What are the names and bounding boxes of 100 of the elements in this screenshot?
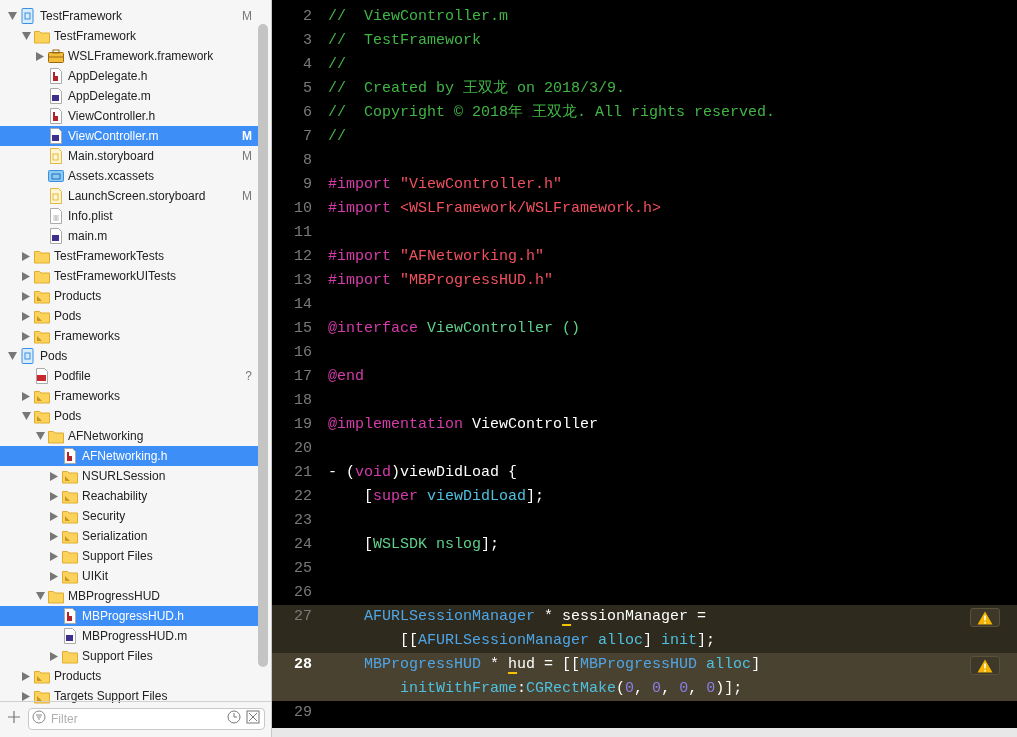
code-line: @implementation ViewController: [328, 416, 599, 433]
collapse-triangle-icon[interactable]: [6, 350, 18, 362]
navigator-row[interactable]: Frameworks: [0, 326, 258, 346]
item-label: MBProgressHUD.m: [82, 628, 189, 645]
item-label: Products: [54, 668, 103, 685]
line-number: 21: [293, 463, 312, 483]
item-label: ViewController.m: [68, 128, 160, 145]
expand-triangle-icon[interactable]: [48, 510, 60, 522]
code-line: #import "MBProgressHUD.h": [328, 272, 554, 289]
line-number: 29: [293, 703, 312, 723]
warning-icon[interactable]: [970, 608, 1000, 627]
item-label: WSLFramework.framework: [68, 48, 215, 65]
navigator-row[interactable]: Support Files: [0, 646, 258, 666]
navigator-row[interactable]: ViewController.h: [0, 106, 258, 126]
navigator-row[interactable]: Pods: [0, 306, 258, 326]
scope-icon[interactable]: [246, 709, 260, 724]
navigator-row[interactable]: Serialization: [0, 526, 258, 546]
navigator-row[interactable]: WSLFramework.framework: [0, 46, 258, 66]
item-label: Support Files: [82, 648, 154, 665]
line-number: 4: [302, 55, 312, 75]
folder-icon: [62, 648, 78, 664]
navigator-row[interactable]: MBProgressHUD.m: [0, 626, 258, 646]
status-label: M: [242, 148, 252, 165]
navigator-row[interactable]: Support Files: [0, 546, 258, 566]
expand-triangle-icon[interactable]: [48, 570, 60, 582]
navigator-row[interactable]: Frameworks: [0, 386, 258, 406]
expand-triangle-icon[interactable]: [34, 50, 46, 62]
storyboard-file-icon: [48, 148, 64, 164]
collapse-triangle-icon[interactable]: [6, 10, 18, 22]
add-button[interactable]: [6, 708, 22, 725]
item-label: Serialization: [82, 528, 149, 545]
item-label: AFNetworking.h: [82, 448, 169, 465]
navigator-row[interactable]: Targets Support Files: [0, 686, 258, 706]
code-line: #import "AFNetworking.h": [328, 248, 545, 265]
item-label: MBProgressHUD: [68, 588, 161, 605]
collapse-triangle-icon[interactable]: [34, 590, 46, 602]
navigator-row[interactable]: TestFrameworkUITests: [0, 266, 258, 286]
navigator-row[interactable]: NSURLSession: [0, 466, 258, 486]
collapse-triangle-icon[interactable]: [20, 30, 32, 42]
line-number: 2: [302, 7, 312, 27]
expand-triangle-icon[interactable]: [48, 650, 60, 662]
filter-field[interactable]: Filter: [28, 707, 265, 730]
navigator-row[interactable]: Assets.xcassets: [0, 166, 258, 186]
navigator-row[interactable]: Security: [0, 506, 258, 526]
folder-icon: [62, 568, 78, 584]
status-label: ?: [245, 368, 252, 385]
code-line: // TestFramework: [328, 32, 482, 49]
code-line: [super viewDidLoad];: [363, 488, 545, 505]
navigator-row[interactable]: TestFramework M: [0, 6, 258, 26]
expand-triangle-icon[interactable]: [20, 270, 32, 282]
navigator-row[interactable]: AppDelegate.h: [0, 66, 258, 86]
collapse-triangle-icon[interactable]: [34, 430, 46, 442]
navigator-row[interactable]: Products: [0, 666, 258, 686]
line-number: 24: [293, 535, 312, 555]
expand-triangle-icon[interactable]: [20, 390, 32, 402]
navigator-row[interactable]: Pods: [0, 346, 258, 366]
expand-triangle-icon[interactable]: [20, 310, 32, 322]
navigator-row[interactable]: AFNetworking: [0, 426, 258, 446]
expand-triangle-icon[interactable]: [20, 290, 32, 302]
navigator-row[interactable]: Products: [0, 286, 258, 306]
item-label: Frameworks: [54, 388, 121, 405]
navigator-row[interactable]: Podfile ?: [0, 366, 258, 386]
item-label: AFNetworking: [68, 428, 145, 445]
expand-triangle-icon[interactable]: [20, 250, 32, 262]
collapse-triangle-icon[interactable]: [20, 410, 32, 422]
item-label: Products: [54, 288, 103, 305]
line-number: 16: [293, 343, 312, 363]
expand-triangle-icon[interactable]: [20, 690, 32, 702]
line-number: 9: [302, 175, 312, 195]
navigator-row[interactable]: AppDelegate.m: [0, 86, 258, 106]
code-line: // Created by 王双龙 on 2018/3/9.: [328, 80, 626, 97]
navigator-row[interactable]: TestFramework: [0, 26, 258, 46]
line-number: 17: [293, 367, 312, 387]
navigator-row[interactable]: Pods: [0, 406, 258, 426]
navigator-row[interactable]: TestFrameworkTests: [0, 246, 258, 266]
navigator-row[interactable]: main.m: [0, 226, 258, 246]
navigator-row[interactable]: Reachability: [0, 486, 258, 506]
navigator-row[interactable]: UIKit: [0, 566, 258, 586]
status-label: M: [242, 188, 252, 205]
expand-triangle-icon[interactable]: [48, 530, 60, 542]
navigator-row[interactable]: LaunchScreen.storyboard M: [0, 186, 258, 206]
code-line: // Copyright © 2018年 王双龙. All rights reserved.: [328, 104, 776, 121]
expand-triangle-icon[interactable]: [20, 670, 32, 682]
clock-icon[interactable]: [227, 709, 241, 724]
navigator-row[interactable]: MBProgressHUD: [0, 586, 258, 606]
code-line: @interface ViewController (): [328, 320, 581, 337]
line-number: 26: [293, 583, 312, 603]
expand-triangle-icon[interactable]: [48, 470, 60, 482]
expand-triangle-icon[interactable]: [48, 550, 60, 562]
navigator-row[interactable]: Info.plist: [0, 206, 258, 226]
project-icon: [20, 8, 36, 24]
expand-triangle-icon[interactable]: [48, 490, 60, 502]
code-line: #import "ViewController.h": [328, 176, 563, 193]
scrollbar[interactable]: [258, 24, 268, 667]
item-label: Targets Support Files: [54, 688, 169, 705]
item-label: AppDelegate.m: [68, 88, 152, 105]
expand-triangle-icon[interactable]: [20, 330, 32, 342]
warning-icon[interactable]: [970, 656, 1000, 675]
code-line: #import <WSLFramework/WSLFramework.h>: [328, 200, 662, 217]
navigator-row[interactable]: Main.storyboard M: [0, 146, 258, 166]
